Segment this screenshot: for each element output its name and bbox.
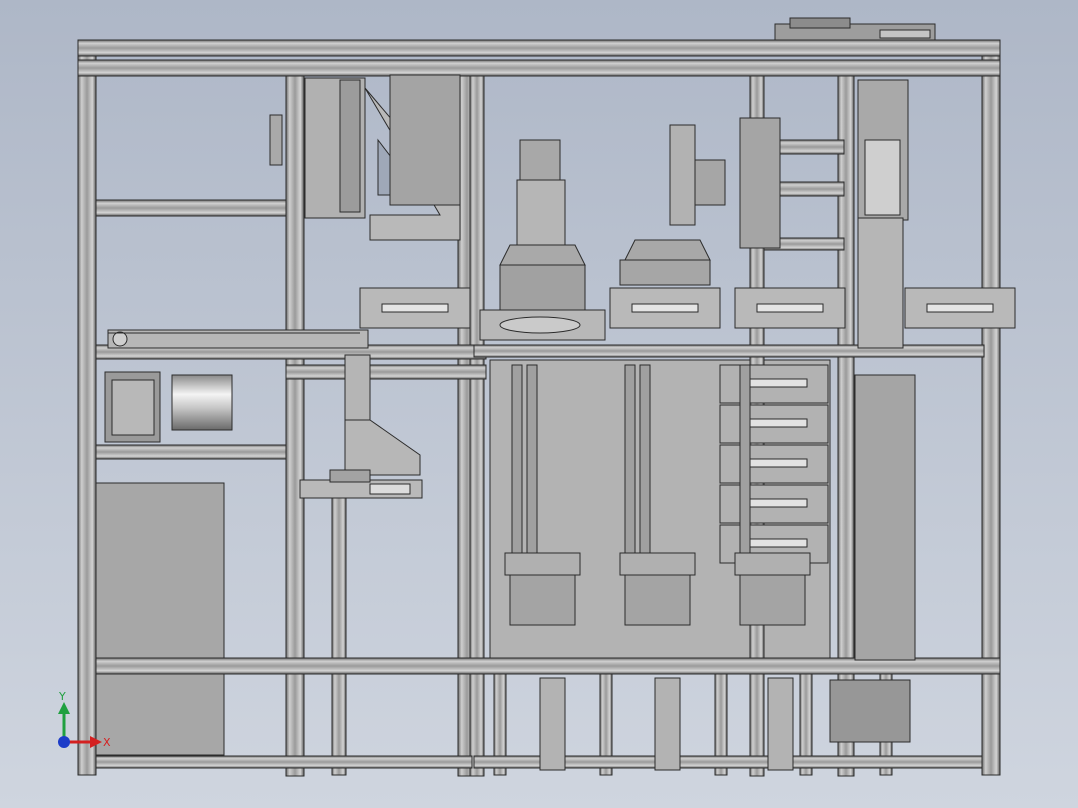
fixture-plate-slot-0 [381,303,449,313]
fixture-plate-slot-2 [756,303,824,313]
guide-column-1 [526,364,538,556]
cabinet-panel-left [95,482,225,756]
triad-x-label: X [103,736,111,749]
triad-y-label: Y [58,690,66,703]
guide-column-2 [624,364,636,556]
frame-upright-7 [331,489,347,776]
guide-column-3 [639,364,651,556]
frame-upright-0 [77,39,97,776]
tray-slot-2 [744,458,808,468]
machine-assembly-drawing: Y X [0,0,1078,808]
cad-viewport[interactable]: Y X [0,0,1078,808]
fixture-plate-slot-3 [926,303,994,313]
frame-rail-1 [77,59,1001,77]
lift-block-0 [509,574,576,626]
frame-rail-0 [77,39,1001,57]
fixture-plate-slot-1 [631,303,699,313]
triad-z-origin [58,736,70,748]
lift-carriage-1 [619,552,696,576]
tray-slot-4 [744,538,808,548]
frame-rail-5 [285,364,487,380]
tray-slot-0 [744,378,808,388]
frame-rail-8 [95,755,473,769]
guide-column-0 [511,364,523,556]
frame-rail-6 [473,344,985,358]
lift-carriage-2 [734,552,811,576]
tray-slot-3 [744,498,808,508]
lift-block-2 [739,574,806,626]
lift-carriage-0 [504,552,581,576]
tray-slot-1 [744,418,808,428]
guide-column-4 [739,364,751,556]
frame-rail-2 [95,199,287,217]
lift-block-1 [624,574,691,626]
frame-rail-4 [95,444,287,460]
